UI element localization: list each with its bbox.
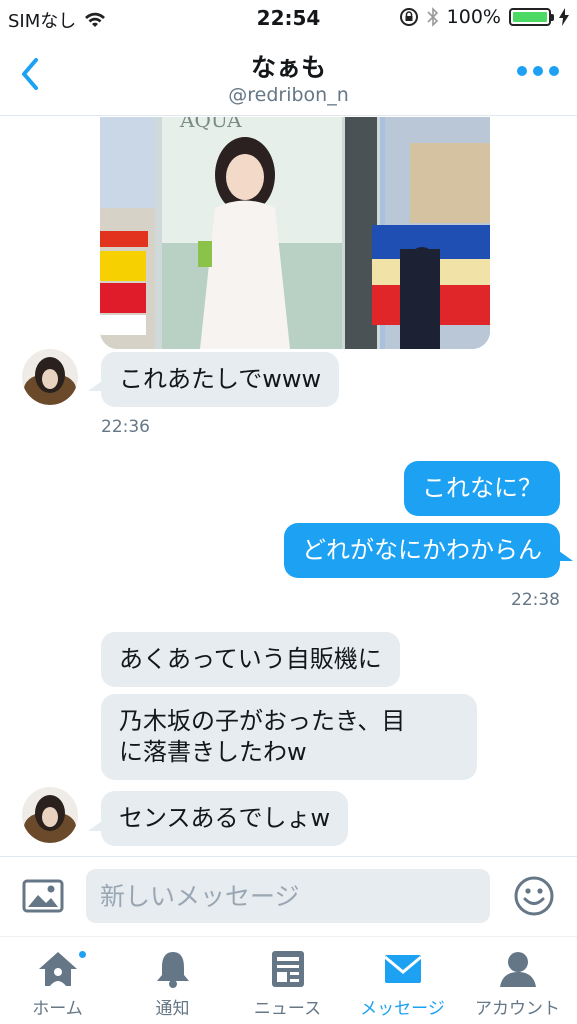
tab-label: 通知 xyxy=(155,999,190,1019)
avatar[interactable] xyxy=(22,349,78,405)
add-photo-icon[interactable] xyxy=(22,879,64,913)
message-bubble-outgoing[interactable]: これなに？ xyxy=(404,461,560,516)
avatar[interactable] xyxy=(22,787,78,843)
more-dot xyxy=(549,66,559,76)
rotation-lock-icon xyxy=(399,8,418,26)
message-bubble-incoming[interactable]: あくあっていう自販機に xyxy=(101,632,400,687)
photo-image: AQUA xyxy=(100,117,490,349)
battery-icon xyxy=(509,8,554,26)
tab-account[interactable]: アカウント xyxy=(460,937,575,1024)
message-bubble-incoming[interactable]: これあたしでwww xyxy=(101,352,340,407)
message-bubble-incoming[interactable]: センスあるでしょw xyxy=(101,791,349,846)
conversation-title: なぁも xyxy=(250,53,326,82)
home-icon xyxy=(39,952,77,986)
tab-home[interactable]: ホーム xyxy=(0,937,115,1024)
tab-messages[interactable]: メッセージ xyxy=(345,937,460,1024)
bubble-tail xyxy=(559,551,573,561)
bell-icon xyxy=(157,952,189,988)
battery-percent: 100% xyxy=(446,6,501,28)
tab-label: アカウント xyxy=(475,999,560,1019)
message-input[interactable] xyxy=(86,869,490,923)
message-bubble-outgoing[interactable]: どれがなにかわからん xyxy=(284,523,560,578)
more-dot xyxy=(517,66,527,76)
bluetooth-icon xyxy=(427,7,438,27)
message-list[interactable]: AQUA これあたしでwww 22:36 これなに？ どれがなにかわからん 22… xyxy=(0,117,577,855)
tab-label: メッセージ xyxy=(360,999,445,1019)
charging-icon xyxy=(559,8,569,26)
conversation-header: なぁも @redribon_n xyxy=(0,36,577,116)
status-bar: SIMなし 22:54 100% xyxy=(0,0,577,36)
emoji-icon[interactable] xyxy=(513,875,555,917)
message-line: 乃木坂の子がおったき、目 xyxy=(119,707,406,735)
avatar-image xyxy=(22,349,78,405)
photo-sign-text: AQUA xyxy=(179,117,242,132)
message-line: に落書きしたわw xyxy=(119,738,307,766)
message-timestamp: 22:36 xyxy=(101,417,150,437)
more-options-button[interactable] xyxy=(517,66,559,76)
conversation-handle: @redribon_n xyxy=(228,84,349,106)
message-composer xyxy=(0,856,577,936)
bubble-tail xyxy=(88,821,102,831)
more-dot xyxy=(533,66,543,76)
news-icon xyxy=(272,951,304,987)
tab-label: ホーム xyxy=(32,999,83,1019)
avatar-image xyxy=(22,787,78,843)
tab-news[interactable]: ニュース xyxy=(230,937,345,1024)
message-bubble-incoming[interactable]: 乃木坂の子がおったき、目 に落書きしたわw xyxy=(101,694,477,780)
photo-message[interactable]: AQUA xyxy=(100,117,490,349)
bubble-tail xyxy=(88,381,102,391)
tab-notifications[interactable]: 通知 xyxy=(115,937,230,1024)
unread-dot xyxy=(77,949,88,960)
person-icon xyxy=(500,952,536,987)
status-right: 100% xyxy=(399,6,569,28)
message-timestamp: 22:38 xyxy=(511,590,560,610)
tab-bar: ホーム 通知 ニュース メッセージ アカウント xyxy=(0,936,577,1024)
tab-label: ニュース xyxy=(253,999,322,1019)
envelope-icon xyxy=(384,955,422,983)
